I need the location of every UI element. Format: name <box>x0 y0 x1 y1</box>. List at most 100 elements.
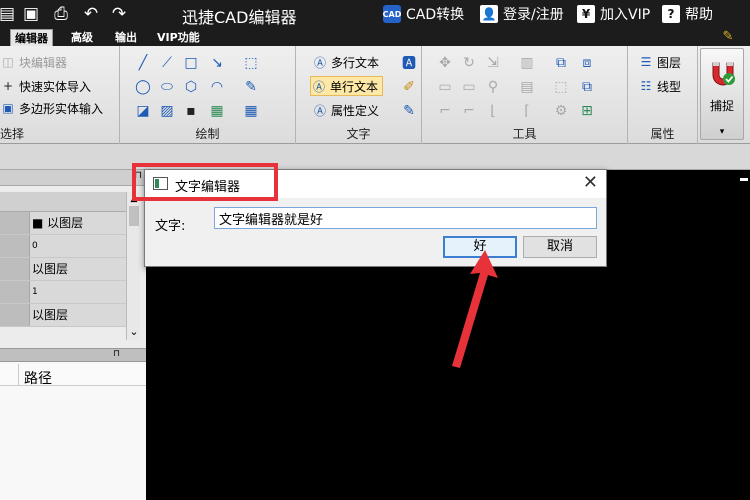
file-panel-pin-icon[interactable]: ⊓ <box>113 349 120 359</box>
ribbon-group-text: Ⓐ 多行文本 Ⓐ 单行文本 Ⓐ 属性定义 🅰 ✐ ✎ 文字 <box>296 46 422 144</box>
cad-convert-button[interactable]: CAD CAD转换 <box>383 4 464 24</box>
layer-button[interactable]: ☰ 图层 <box>638 52 681 72</box>
ribbon-group-select: ◫ 块编辑器 + 快速实体导入 ▣ 多边形实体输入 选择 <box>0 46 120 144</box>
mirror-icon[interactable]: ▭ <box>436 78 454 96</box>
quick-import-button[interactable]: + 快速实体导入 <box>0 76 91 96</box>
insert-icon[interactable]: ⊞ <box>578 102 596 120</box>
offset-icon[interactable]: ▭ <box>460 78 478 96</box>
text-find-icon[interactable]: ✎ <box>400 102 418 120</box>
chamfer-icon[interactable]: ⌐ <box>460 102 478 120</box>
mtext-button[interactable]: Ⓐ 多行文本 <box>312 52 379 72</box>
snap-dropdown-icon[interactable]: ▾ <box>701 127 743 137</box>
text-edit-icon[interactable]: ✐ <box>400 78 418 96</box>
image-icon[interactable]: ▦ <box>208 102 226 120</box>
explode-icon[interactable]: ⬚ <box>552 78 570 96</box>
text-input[interactable] <box>214 207 597 229</box>
table-row[interactable]: ■ 以图层 <box>0 212 126 235</box>
magnet-icon <box>712 62 735 86</box>
ribbon-pin-icon[interactable]: ✎ <box>720 29 736 45</box>
props-group-label: 属性 <box>650 127 675 141</box>
ellipse-icon[interactable]: ⬭ <box>158 78 176 96</box>
region-icon[interactable]: ◪ <box>134 102 152 120</box>
help-button[interactable]: ? 帮助 <box>662 4 713 24</box>
spline-icon[interactable]: ↘ <box>208 54 226 72</box>
table-row[interactable]: 1 <box>0 281 126 304</box>
tab-vip[interactable]: VIP功能 <box>153 29 204 46</box>
extend-icon[interactable]: ⌐ <box>436 102 454 120</box>
file-panel-header: ⊓ <box>0 348 146 362</box>
toolbar-strip <box>0 144 750 170</box>
tab-output[interactable]: 输出 <box>111 29 141 46</box>
vip-button[interactable]: ¥ 加入VIP <box>577 4 650 24</box>
point-icon[interactable]: ▪ <box>182 102 200 120</box>
scale-icon[interactable]: ⇲ <box>484 54 502 72</box>
scroll-thumb[interactable] <box>129 206 139 226</box>
vip-label: 加入VIP <box>600 7 651 23</box>
fillet-icon[interactable]: ⌊ <box>484 102 502 120</box>
snap-button[interactable]: 捕捉 ▾ <box>700 48 744 140</box>
close-icon[interactable]: ✕ <box>583 173 598 193</box>
layer-label: 图层 <box>657 55 682 70</box>
table-icon[interactable]: ▦ <box>242 102 260 120</box>
save-icon[interactable]: ▣ <box>20 3 42 25</box>
lengthen-icon[interactable]: ⌈ <box>518 102 536 120</box>
pen-icon[interactable]: ✎ <box>242 78 260 96</box>
erase-icon[interactable]: ⚙ <box>552 102 570 120</box>
user-icon: 👤 <box>480 5 498 23</box>
select-group-label: 选择 <box>0 127 25 141</box>
open-icon[interactable]: ▤ <box>0 3 18 25</box>
polygon-input-button[interactable]: ▣ 多边形实体输入 <box>0 98 103 118</box>
table-row[interactable]: 以图层 <box>0 258 126 281</box>
arc-icon[interactable]: ◠ <box>208 78 226 96</box>
trim-icon[interactable]: ▥ <box>518 54 536 72</box>
path-column-header[interactable]: 路径 <box>24 368 52 388</box>
stext-button[interactable]: Ⓐ 单行文本 <box>310 76 384 96</box>
yen-icon: ¥ <box>577 5 595 23</box>
print-icon[interactable]: ⎙ <box>50 3 72 25</box>
mtext-label: 多行文本 <box>331 55 380 70</box>
rectangle-icon[interactable]: □ <box>182 54 200 72</box>
properties-scrollbar[interactable]: ▲ ⌄ <box>126 192 140 340</box>
text-field-label: 文字: <box>155 219 186 234</box>
login-button[interactable]: 👤 登录/注册 <box>480 4 564 24</box>
group-icon[interactable]: ⧉ <box>578 78 596 96</box>
block-editor-button[interactable]: ◫ 块编辑器 <box>0 52 67 72</box>
scroll-down-icon[interactable]: ⌄ <box>127 324 141 340</box>
move-icon[interactable]: ✥ <box>436 54 454 72</box>
text-style-icon[interactable]: 🅰 <box>400 54 418 72</box>
linetype-button[interactable]: ☷ 线型 <box>638 76 681 96</box>
crosshair-marker <box>740 178 748 181</box>
circle-icon[interactable]: ◯ <box>134 78 152 96</box>
tab-advanced[interactable]: 高级 <box>67 29 97 46</box>
rotate-icon[interactable]: ↻ <box>460 54 478 72</box>
table-row[interactable]: 0 <box>0 235 126 258</box>
properties-panel-header: ⊓ <box>0 170 146 186</box>
cancel-button[interactable]: 取消 <box>523 236 597 258</box>
line-icon[interactable]: ╱ <box>134 54 152 72</box>
polygon-draw-icon[interactable]: ⬡ <box>182 78 200 96</box>
copy-icon[interactable]: ⧉ <box>552 54 570 72</box>
ribbon-group-props: ☰ 图层 ☷ 线型 属性 <box>628 46 698 144</box>
attr-def-button[interactable]: Ⓐ 属性定义 <box>312 100 379 120</box>
attr-def-label: 属性定义 <box>331 103 380 118</box>
hatch-icon[interactable]: ▨ <box>158 102 176 120</box>
menu-bar: 编辑器 高级 输出 VIP功能 <box>0 28 750 46</box>
redo-icon[interactable]: ↷ <box>108 3 130 25</box>
annotation-highlight-box <box>132 163 278 201</box>
snap-label: 捕捉 <box>709 99 734 113</box>
hatch-select-icon[interactable]: ⬚ <box>242 54 260 72</box>
attr-def-icon: Ⓐ <box>313 103 326 118</box>
draw-group-label: 绘制 <box>195 127 220 141</box>
undo-icon[interactable]: ↶ <box>80 3 102 25</box>
table-row[interactable]: 以图层 <box>0 304 126 327</box>
array-icon[interactable]: ⧈ <box>578 54 596 72</box>
tab-editor[interactable]: 编辑器 <box>10 29 53 46</box>
file-panel-column-header: 路径 <box>0 364 146 388</box>
linetype-label: 线型 <box>657 79 682 94</box>
polyline-icon[interactable]: ⟋ <box>158 54 176 72</box>
layer-icon: ☰ <box>640 55 652 69</box>
prop-key <box>0 258 30 280</box>
prop-key <box>0 304 30 326</box>
break-icon[interactable]: ▤ <box>518 78 536 96</box>
stretch-icon[interactable]: ⚲ <box>484 78 502 96</box>
